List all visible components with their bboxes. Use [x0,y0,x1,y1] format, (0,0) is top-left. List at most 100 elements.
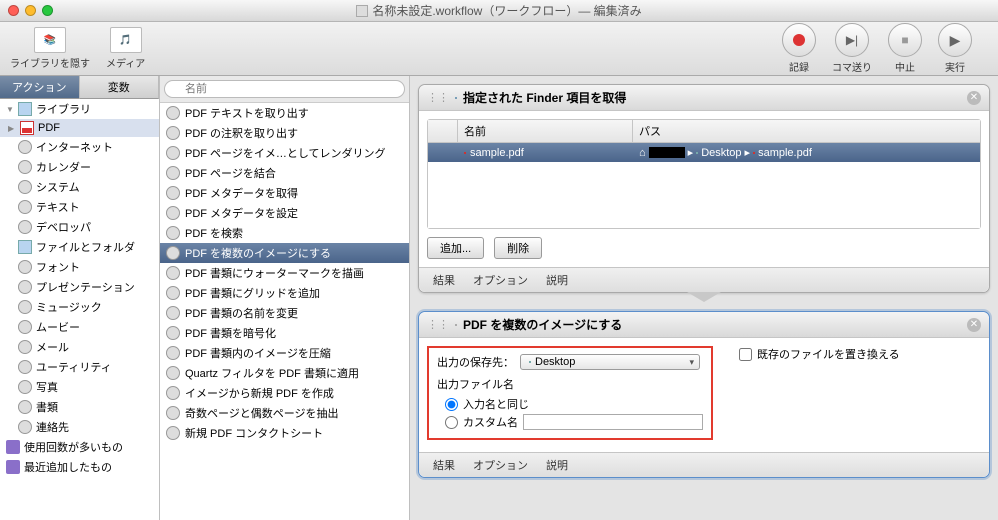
footer-options[interactable]: オプション [473,272,528,288]
sidebar-category[interactable]: ムービー [0,317,159,337]
action-list-item[interactable]: PDF ページを結合 [160,163,409,183]
sidebar-category[interactable]: プレゼンテーション [0,277,159,297]
category-icon [18,160,32,174]
action-render-pdf-images: ⋮⋮ PDF を複数のイメージにする ✕ 出力の保存先： Desktop 出力フ… [418,311,990,478]
col-name[interactable]: 名前 [458,120,633,142]
add-button[interactable]: 追加... [427,237,484,259]
action-list-item[interactable]: PDF 書類の名前を変更 [160,303,409,323]
run-button[interactable]: 実行 [938,23,972,74]
redacted-user [649,147,685,158]
footer-options[interactable]: オプション [473,457,528,473]
action-list-item[interactable]: PDF メタデータを取得 [160,183,409,203]
col-path[interactable]: パス [633,120,980,142]
action-list-item[interactable]: PDF を複数のイメージにする [160,243,409,263]
action-title: PDF を複数のイメージにする [463,316,961,333]
sidebar-category[interactable]: ミュージック [0,297,159,317]
sidebar-smart-folder[interactable]: 使用回数が多いもの [0,437,159,457]
radio-custom-name[interactable]: カスタム名 [445,414,703,430]
action-label: PDF を検索 [185,225,243,241]
category-label: フォント [36,259,80,275]
sidebar-category[interactable]: 連絡先 [0,417,159,437]
sidebar-category[interactable]: テキスト [0,197,159,217]
col-blank[interactable] [428,120,458,142]
sidebar-category[interactable]: フォント [0,257,159,277]
action-list-item[interactable]: 新規 PDF コンタクトシート [160,423,409,443]
folder-icon [696,152,698,154]
category-label: 連絡先 [36,419,69,435]
action-list-item[interactable]: PDF 書類にグリッドを追加 [160,283,409,303]
sidebar-category[interactable]: 書類 [0,397,159,417]
category-label: インターネット [36,139,113,155]
category-icon [18,280,32,294]
action-label: PDF テキストを取り出す [185,105,309,121]
action-label: PDF メタデータを設定 [185,205,298,221]
action-label: イメージから新規 PDF を作成 [185,385,334,401]
sidebar-category[interactable]: カレンダー [0,157,159,177]
close-action-button[interactable]: ✕ [967,91,981,105]
sidebar-category[interactable]: インターネット [0,137,159,157]
footer-description[interactable]: 説明 [546,457,568,473]
zoom-window-button[interactable] [42,5,53,16]
grip-icon[interactable]: ⋮⋮ [427,91,449,104]
action-list-item[interactable]: PDF 書類にウォーターマークを描画 [160,263,409,283]
action-list-item[interactable]: PDF 書類内のイメージを圧縮 [160,343,409,363]
close-window-button[interactable] [8,5,19,16]
remove-button[interactable]: 削除 [494,237,542,259]
action-label: 新規 PDF コンタクトシート [185,425,323,441]
tab-variables[interactable]: 変数 [80,76,160,99]
footer-results[interactable]: 結果 [433,457,455,473]
sidebar-category[interactable]: ファイルとフォルダ [0,237,159,257]
save-location-select[interactable]: Desktop [520,354,700,370]
action-label: PDF 書類にグリッドを追加 [185,285,320,301]
hide-library-button[interactable]: 📚 ライブラリを隠す [10,27,90,70]
table-row[interactable]: sample.pdf ⌂ ▸ Desktop ▸ sample.pdf [428,143,980,162]
radio-same-as-input[interactable]: 入力名と同じ [445,396,703,412]
sidebar-category[interactable]: ユーティリティ [0,357,159,377]
action-list-item[interactable]: PDF テキストを取り出す [160,103,409,123]
action-list-item[interactable]: PDF メタデータを設定 [160,203,409,223]
footer-description[interactable]: 説明 [546,272,568,288]
sidebar-category[interactable]: システム [0,177,159,197]
disclosure-triangle-icon[interactable]: ▶ [8,124,16,133]
replace-existing-checkbox[interactable]: 既存のファイルを置き換える [739,346,900,362]
footer-results[interactable]: 結果 [433,272,455,288]
action-list-item[interactable]: 奇数ページと偶数ページを抽出 [160,403,409,423]
sidebar-category[interactable]: デベロッパ [0,217,159,237]
category-label: 書類 [36,399,58,415]
action-list-item[interactable]: PDF 書類を暗号化 [160,323,409,343]
search-input[interactable] [164,80,405,98]
gear-icon [455,324,457,326]
custom-name-field[interactable] [523,414,703,430]
close-action-button[interactable]: ✕ [967,318,981,332]
disclosure-triangle-icon[interactable]: ▼ [6,105,14,114]
sidebar-category[interactable]: ▶PDF [0,119,159,137]
action-icon [166,146,180,160]
media-button[interactable]: 🎵 メディア [106,27,145,70]
action-label: PDF 書類の名前を変更 [185,305,298,321]
action-list-item[interactable]: PDF の注釈を取り出す [160,123,409,143]
radio-input[interactable] [445,398,458,411]
action-list-item[interactable]: イメージから新規 PDF を作成 [160,383,409,403]
action-list-item[interactable]: PDF ページをイメ…としてレンダリング [160,143,409,163]
chevron-right-icon: ▸ [745,146,751,159]
smart-folder-icon [6,440,20,454]
library-icon: 📚 [34,27,66,53]
category-icon [18,320,32,334]
action-list-item[interactable]: Quartz フィルタを PDF 書類に適用 [160,363,409,383]
category-icon [18,340,32,354]
step-button[interactable]: コマ送り [832,23,872,74]
tab-action[interactable]: アクション [0,76,80,99]
record-button[interactable]: 記録 [782,23,816,74]
sidebar-smart-folder[interactable]: 最近追加したもの [0,457,159,477]
radio-input[interactable] [445,416,458,429]
action-label: 奇数ページと偶数ページを抽出 [185,405,339,421]
action-icon [166,246,180,260]
grip-icon[interactable]: ⋮⋮ [427,318,449,331]
sidebar-category[interactable]: メール [0,337,159,357]
action-list-item[interactable]: PDF を検索 [160,223,409,243]
checkbox-input[interactable] [739,348,752,361]
minimize-window-button[interactable] [25,5,36,16]
stop-button[interactable]: 中止 [888,23,922,74]
sidebar-category[interactable]: 写真 [0,377,159,397]
library-root[interactable]: ▼ ライブラリ [0,99,159,119]
